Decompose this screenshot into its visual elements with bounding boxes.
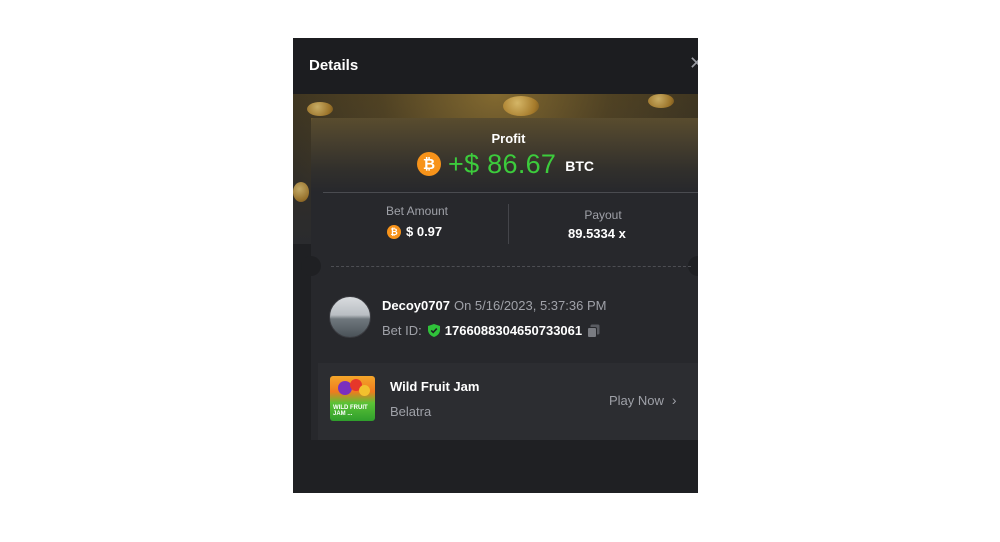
bet-amount-value: ₿ $ 0.97 (387, 224, 442, 239)
play-now-button[interactable]: Play Now › (609, 392, 677, 408)
bet-amount-label: Bet Amount (385, 204, 449, 218)
decorative-coin-icon (503, 96, 539, 116)
game-thumbnail[interactable]: WILD FRUIT JAM ... (330, 376, 375, 421)
play-now-label: Play Now (609, 392, 664, 408)
copy-icon[interactable] (587, 324, 600, 338)
divider (508, 204, 509, 244)
modal-title: Details (309, 57, 359, 74)
game-row[interactable]: WILD FRUIT JAM ... Wild Fruit Jam Belatr… (318, 363, 698, 440)
bet-summary-card: Profit ₿ +$ 86.67 BTC Bet Amount ₿ $ 0.9… (301, 118, 698, 440)
user-line: Decoy0707 On 5/16/2023, 5:37:36 PM (382, 298, 606, 313)
profit-label: Profit (491, 131, 526, 146)
decorative-coin-icon (648, 94, 674, 108)
bet-id-line: Bet ID: 1766088304650733061 (382, 323, 600, 338)
username[interactable]: Decoy0707 (382, 298, 450, 313)
game-name[interactable]: Wild Fruit Jam (390, 379, 479, 394)
profit-row: ₿ +$ 86.67 BTC (417, 148, 594, 180)
decorative-coin-icon (293, 182, 309, 202)
payout-value: 89.5334 x (568, 226, 626, 241)
modal-header: Details ✕ (293, 38, 698, 94)
fruit-icon (359, 385, 370, 396)
bet-details-modal: Details ✕ Profit ₿ +$ 86.67 BTC Bet Amou… (293, 38, 698, 493)
game-provider[interactable]: Belatra (390, 404, 431, 419)
bitcoin-icon: ₿ (417, 152, 441, 176)
bet-amount-text: $ 0.97 (406, 224, 443, 239)
divider (323, 192, 698, 193)
game-thumbnail-text: WILD FRUIT JAM ... (333, 405, 368, 417)
payout-label: Payout (584, 208, 622, 222)
avatar[interactable] (329, 296, 371, 338)
bitcoin-icon: ₿ (387, 224, 401, 239)
close-icon[interactable]: ✕ (689, 53, 698, 74)
decorative-coin-icon (307, 102, 333, 116)
dashed-divider (331, 266, 691, 267)
profit-currency: BTC (565, 158, 595, 174)
bet-id-value: 1766088304650733061 (444, 323, 583, 338)
chevron-right-icon: › (671, 392, 677, 408)
bet-timestamp: On 5/16/2023, 5:37:36 PM (453, 298, 607, 313)
ticket-notch (301, 256, 321, 276)
profit-value: +$ 86.67 (448, 148, 557, 179)
bet-id-label: Bet ID: (382, 323, 422, 338)
shield-check-icon (427, 324, 440, 337)
